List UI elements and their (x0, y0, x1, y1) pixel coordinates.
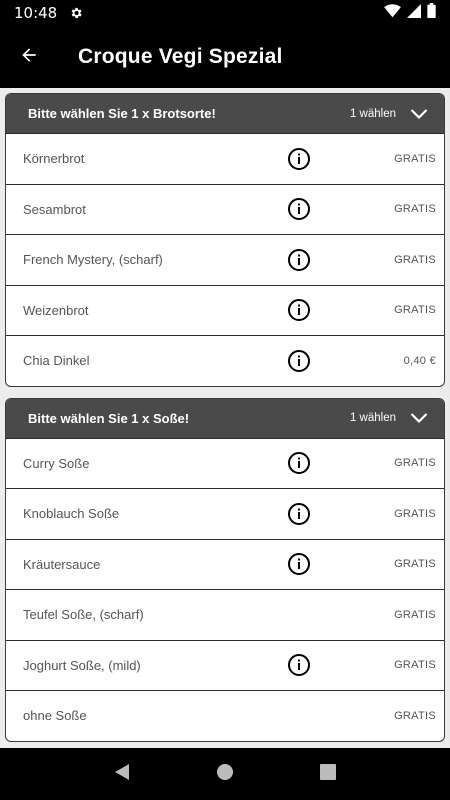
status-bar: 10:48 (0, 0, 450, 26)
option-label: Joghurt Soße, (mild) (23, 657, 141, 673)
option-label: Sesambrot (23, 201, 86, 217)
battery-icon (427, 3, 436, 23)
option-price: GRATIS (394, 457, 436, 470)
info-icon[interactable] (287, 197, 311, 221)
option-row[interactable]: French Mystery, (scharf) GRATIS (6, 234, 444, 285)
group-header[interactable]: Bitte wählen Sie 1 x Brotsorte! 1 wählen (6, 94, 444, 133)
info-icon[interactable] (287, 298, 311, 322)
option-group-brotsorte: Bitte wählen Sie 1 x Brotsorte! 1 wählen… (5, 93, 445, 387)
option-label: Teufel Soße, (scharf) (23, 607, 144, 623)
status-time: 10:48 (14, 4, 58, 22)
option-row[interactable]: Joghurt Soße, (mild) GRATIS (6, 639, 444, 691)
info-icon[interactable] (287, 147, 311, 171)
system-nav-bar (0, 748, 450, 800)
square-recents-icon (320, 763, 337, 785)
option-price: GRATIS (394, 659, 436, 672)
group-header[interactable]: Bitte wählen Sie 1 x Soße! 1 wählen (6, 398, 444, 438)
circle-home-icon (216, 763, 234, 786)
settings-gear-icon (69, 6, 83, 20)
chevron-down-icon[interactable] (410, 412, 428, 424)
option-price: GRATIS (394, 558, 436, 571)
info-icon[interactable] (287, 451, 311, 475)
option-row[interactable]: Sesambrot GRATIS (6, 183, 444, 235)
option-label: Chia Dinkel (23, 353, 90, 369)
option-label: Knoblauch Soße (23, 506, 120, 522)
option-label: Weizenbrot (23, 302, 89, 318)
option-label: Curry Soße (23, 455, 90, 471)
option-price: GRATIS (394, 304, 436, 317)
info-icon[interactable] (287, 653, 311, 677)
status-icons (384, 3, 436, 23)
info-icon[interactable] (287, 248, 311, 272)
option-row[interactable]: ohne Soße GRATIS (6, 690, 444, 741)
option-price: GRATIS (394, 709, 436, 722)
info-icon[interactable] (287, 552, 311, 576)
option-price: GRATIS (394, 253, 436, 266)
app-bar: Croque Vegi Spezial (0, 26, 450, 88)
nav-home-button[interactable] (205, 754, 245, 794)
info-icon[interactable] (287, 349, 311, 373)
group-select-hint: 1 wählen (349, 107, 396, 120)
option-group-sosse: Bitte wählen Sie 1 x Soße! 1 wählen Curr… (5, 397, 445, 742)
option-label: Kräutersauce (23, 556, 101, 572)
option-row[interactable]: Körnerbrot GRATIS (6, 133, 444, 184)
option-row[interactable]: Weizenbrot GRATIS (6, 284, 444, 336)
option-row[interactable]: Chia Dinkel 0,40 € (6, 335, 444, 386)
back-button[interactable] (0, 26, 58, 88)
option-label: French Mystery, (scharf) (23, 252, 163, 268)
group-title: Bitte wählen Sie 1 x Soße! (28, 410, 190, 426)
group-title: Bitte wählen Sie 1 x Brotsorte! (28, 106, 216, 121)
wifi-icon (384, 3, 401, 23)
option-row[interactable]: Knoblauch Soße GRATIS (6, 488, 444, 539)
option-label: Körnerbrot (23, 151, 85, 167)
option-row[interactable]: Teufel Soße, (scharf) GRATIS (6, 589, 444, 640)
info-icon[interactable] (287, 502, 311, 526)
option-price: GRATIS (394, 203, 436, 216)
option-label: ohne Soße (23, 708, 87, 724)
page-title: Croque Vegi Spezial (78, 45, 283, 68)
nav-recents-button[interactable] (308, 754, 348, 794)
option-price: GRATIS (394, 152, 436, 165)
option-row[interactable]: Kräutersauce GRATIS (6, 538, 444, 590)
options-list[interactable]: Bitte wählen Sie 1 x Brotsorte! 1 wählen… (0, 88, 450, 748)
nav-back-button[interactable] (102, 754, 142, 794)
chevron-down-icon[interactable] (410, 108, 428, 120)
triangle-back-icon (114, 763, 130, 786)
option-price: GRATIS (394, 608, 436, 621)
option-price: 0,40 € (403, 354, 436, 367)
signal-icon (407, 3, 421, 23)
arrow-back-icon (19, 45, 39, 70)
group-select-hint: 1 wählen (349, 412, 396, 424)
option-price: GRATIS (394, 507, 436, 520)
option-row[interactable]: Curry Soße GRATIS (6, 437, 444, 489)
